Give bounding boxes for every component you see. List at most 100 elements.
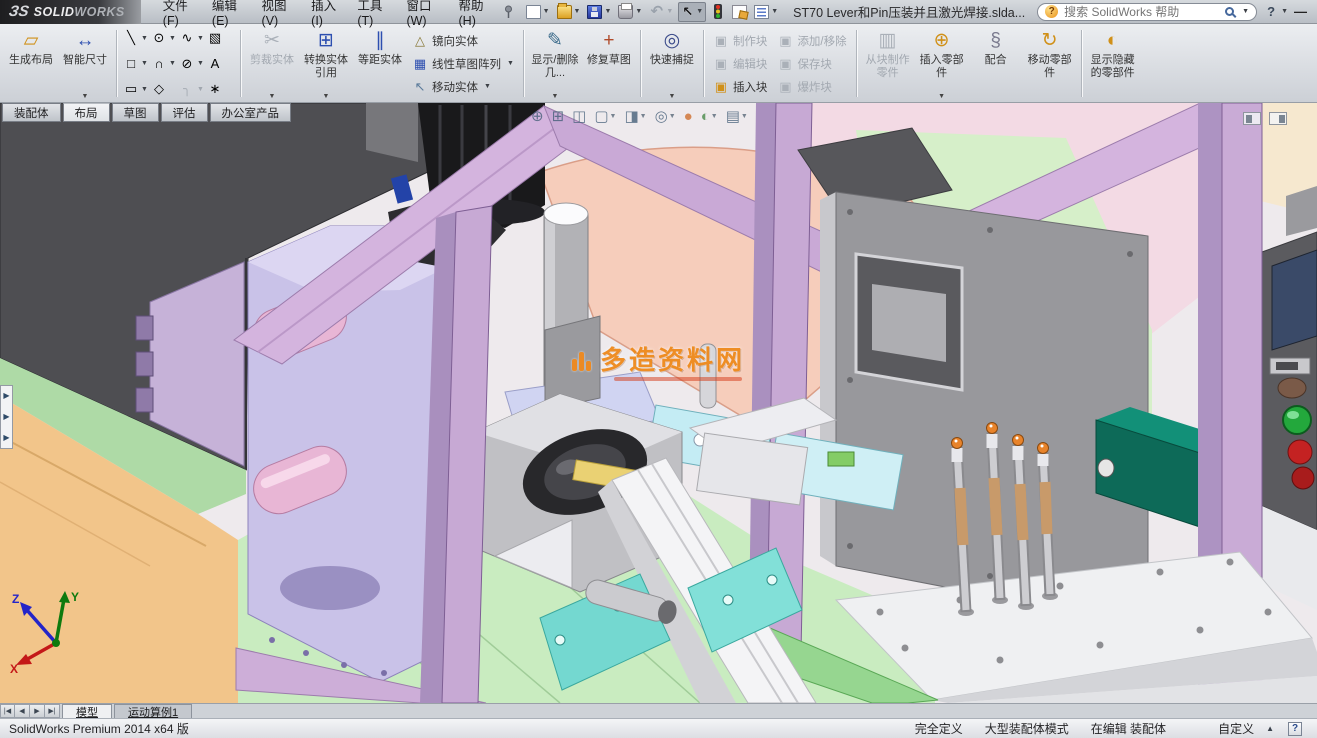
new-document-button[interactable]: ▼	[524, 3, 552, 21]
expand-arrow-icon[interactable]: ▶	[3, 412, 9, 421]
print-document-button[interactable]: ▼	[616, 2, 644, 21]
status-help-icon[interactable]: ?	[1288, 721, 1302, 736]
help-dropdown-icon[interactable]: ▼	[1281, 8, 1288, 15]
apply-scene-icon-dropdown[interactable]: ▼	[711, 113, 718, 120]
tab-layout[interactable]: 布局	[62, 103, 110, 122]
options-button[interactable]: ▼	[752, 3, 780, 21]
move-entities-dropdown-icon[interactable]: ▼	[484, 83, 491, 90]
ellipse-dropdown-icon[interactable]: ▼	[197, 60, 204, 67]
rectangle-button[interactable]: □ ▼	[123, 56, 150, 72]
line-button[interactable]: ╲ ▼	[123, 30, 150, 46]
select-tool-button[interactable]: ↖ ▼	[678, 1, 707, 22]
menu-edit[interactable]: 编辑(E)	[202, 0, 252, 31]
insert-components-button[interactable]: ⊕ 插入零部件 ▼	[915, 26, 969, 101]
view-orientation-icon[interactable]: ▢ ▼	[594, 107, 616, 125]
mirror-entities-button[interactable]: △ 镜向实体	[409, 31, 517, 50]
menu-help[interactable]: 帮助(H)	[449, 0, 499, 31]
search-box[interactable]: ? ▼	[1037, 2, 1258, 21]
move-entities-button[interactable]: ↖ 移动实体 ▼	[409, 77, 517, 96]
undo-dropdown-icon[interactable]: ▼	[666, 8, 673, 15]
display-style-icon[interactable]: ◨ ▼	[624, 107, 646, 125]
view-orientation-icon-dropdown[interactable]: ▼	[610, 113, 617, 120]
tab-sketch[interactable]: 草图	[111, 103, 159, 122]
collapse-left-pane-icon[interactable]	[1243, 112, 1261, 125]
options-dropdown-icon[interactable]: ▼	[771, 8, 778, 15]
select-tool-dropdown-icon[interactable]: ▼	[696, 8, 703, 15]
display-style-icon-dropdown[interactable]: ▼	[640, 113, 647, 120]
sketch-text-button[interactable]: A	[207, 56, 234, 72]
repair-sketch-button[interactable]: + 修复草图	[582, 26, 636, 101]
menu-tools[interactable]: 工具(T)	[347, 0, 396, 31]
tab-evaluate[interactable]: 评估	[160, 103, 208, 122]
open-document-button[interactable]: ▼	[555, 2, 583, 21]
linear-sketch-pattern-button[interactable]: ▦ 线性草图阵列 ▼	[409, 54, 517, 73]
search-icon[interactable]	[1225, 7, 1235, 16]
display-delete-relations-dropdown-icon[interactable]: ▼	[551, 92, 558, 100]
slot-button[interactable]: ▭ ▼	[123, 81, 150, 97]
study-nav-1[interactable]: ◀	[15, 704, 30, 718]
trim-entities-dropdown-icon[interactable]: ▼	[269, 92, 276, 100]
study-nav-0[interactable]: |◀	[0, 704, 15, 718]
convert-entities-button[interactable]: ⊞ 转换实体引用 ▼	[299, 26, 353, 101]
new-document-dropdown-icon[interactable]: ▼	[543, 8, 550, 15]
selection-box-button[interactable]: ▧	[207, 30, 234, 46]
quick-snaps-button[interactable]: ◎ 快速捕捉 ▼	[645, 26, 699, 101]
feature-tree-collapsed-panel[interactable]: ▶ ▶ ▶	[0, 385, 13, 449]
view-settings-icon-dropdown[interactable]: ▼	[741, 113, 748, 120]
zoom-area-icon[interactable]: ⊞	[552, 107, 565, 125]
mate-button[interactable]: § 配合	[969, 26, 1023, 101]
apply-scene-icon[interactable]: ◐ ▼	[701, 108, 718, 125]
rectangle-dropdown-icon[interactable]: ▼	[141, 60, 148, 67]
arc-button[interactable]: ∩ ▼	[151, 56, 178, 72]
collapse-right-pane-icon[interactable]	[1269, 112, 1287, 125]
graphics-viewport[interactable]: 装配体 布局 草图 评估 办公室产品 ⊕ ⊞ ◫ ▢ ▼ ◨ ▼ ◎ ▼ ● ◐ ▼ ▤ ▼ ▶ ▶ ▶ 多造资料…	[0, 103, 1317, 703]
undo-button[interactable]: ↶ ▼	[647, 3, 675, 21]
expand-arrow-icon[interactable]: ▶	[3, 433, 9, 442]
fillet-dropdown-icon[interactable]: ▼	[197, 86, 204, 93]
insert-components-dropdown-icon[interactable]: ▼	[938, 92, 945, 100]
hide-show-items-icon[interactable]: ◎ ▼	[655, 107, 676, 125]
tab-motion-study-1[interactable]: 运动算例1	[114, 704, 193, 719]
insert-block-button[interactable]: ▣ 插入块	[710, 77, 771, 96]
tab-model[interactable]: 模型	[62, 704, 112, 719]
print-document-dropdown-icon[interactable]: ▼	[635, 8, 642, 15]
arc-dropdown-icon[interactable]: ▼	[169, 60, 176, 67]
open-document-dropdown-icon[interactable]: ▼	[574, 8, 581, 15]
line-dropdown-icon[interactable]: ▼	[141, 35, 148, 42]
spline-button[interactable]: ∿ ▼	[179, 30, 206, 46]
edit-appearance-icon[interactable]: ●	[684, 108, 693, 125]
save-document-button[interactable]: ▼	[585, 3, 613, 21]
status-custom-toolbar[interactable]: 自定义	[1218, 720, 1254, 737]
circle-dropdown-icon[interactable]: ▼	[169, 35, 176, 42]
hide-show-items-icon-dropdown[interactable]: ▼	[669, 113, 676, 120]
point-button[interactable]: ∗	[207, 81, 234, 97]
search-input[interactable]	[1064, 4, 1220, 19]
ellipse-button[interactable]: ⊘ ▼	[179, 56, 206, 72]
create-layout-button[interactable]: ▱ 生成布局	[4, 26, 58, 101]
menu-view[interactable]: 视图(V)	[252, 0, 302, 31]
search-dropdown-icon[interactable]: ▼	[1242, 8, 1249, 15]
smart-dimension-dropdown-icon[interactable]: ▼	[82, 92, 89, 100]
tab-assembly[interactable]: 装配体	[2, 103, 61, 122]
help-button[interactable]: ?	[1267, 4, 1275, 19]
pin-menu-icon[interactable]	[503, 5, 514, 19]
move-component-button[interactable]: ↻ 移动零部件	[1023, 26, 1077, 101]
study-nav-2[interactable]: ▶	[30, 704, 45, 718]
slot-dropdown-icon[interactable]: ▼	[141, 86, 148, 93]
section-view-icon[interactable]: ◫	[572, 107, 586, 125]
file-properties-button[interactable]	[730, 3, 749, 21]
offset-entities-button[interactable]: ∥ 等距实体	[353, 26, 407, 101]
linear-sketch-pattern-dropdown-icon[interactable]: ▼	[507, 60, 514, 67]
quick-snaps-dropdown-icon[interactable]: ▼	[668, 92, 675, 100]
window-minimize-button[interactable]: —	[1294, 4, 1307, 19]
display-delete-relations-button[interactable]: ✎ 显示/删除几... ▼	[528, 26, 582, 101]
circle-button[interactable]: ⊙ ▼	[151, 30, 178, 46]
status-expand-icon[interactable]: ▲	[1266, 724, 1274, 733]
polygon-button[interactable]: ◇	[151, 81, 178, 97]
menu-window[interactable]: 窗口(W)	[396, 0, 448, 31]
tab-office-products[interactable]: 办公室产品	[209, 103, 291, 122]
menu-file[interactable]: 文件(F)	[153, 0, 202, 31]
zoom-fit-icon[interactable]: ⊕	[531, 107, 544, 125]
convert-entities-dropdown-icon[interactable]: ▼	[323, 92, 330, 100]
viewport-3d-scene[interactable]	[0, 103, 1317, 703]
